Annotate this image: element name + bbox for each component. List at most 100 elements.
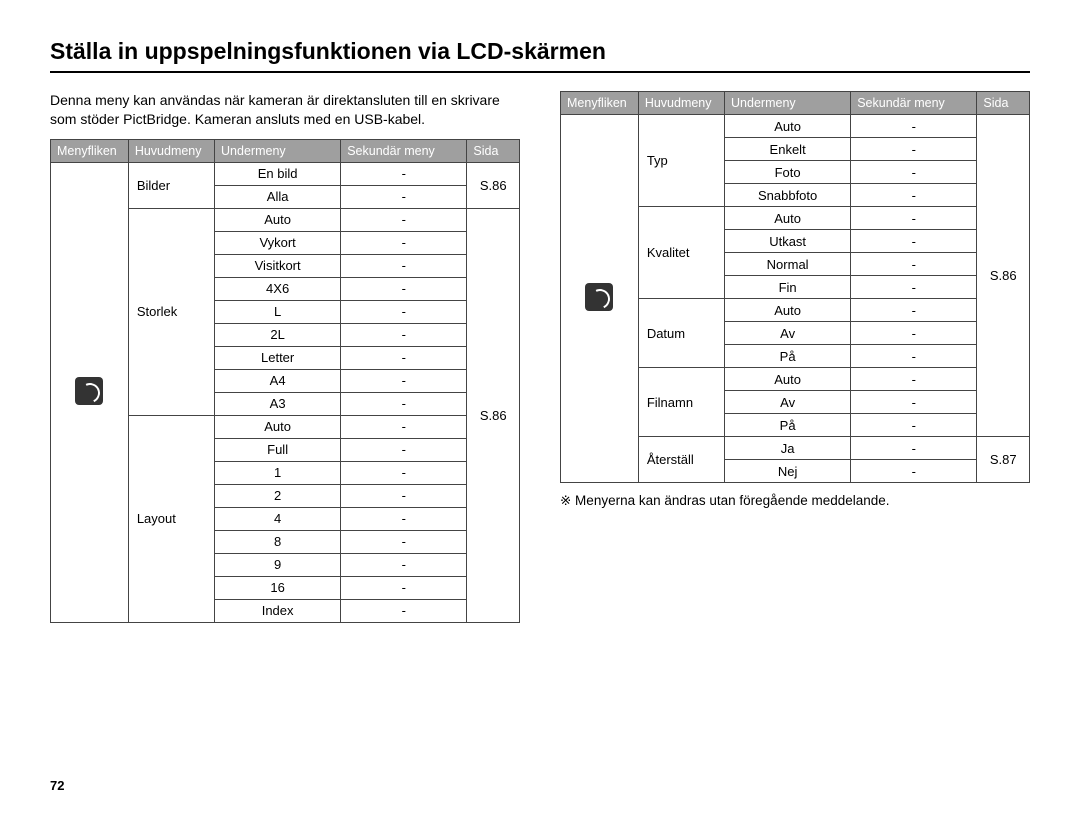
sub: Av: [725, 391, 851, 414]
sec: -: [341, 461, 467, 484]
sec: -: [851, 207, 977, 230]
page-aterstall: S.87: [977, 437, 1030, 483]
th-sec: Sekundär meny: [341, 139, 467, 162]
sec: -: [341, 323, 467, 346]
main-typ: Typ: [638, 115, 724, 207]
sub: Alla: [215, 185, 341, 208]
sub: Visitkort: [215, 254, 341, 277]
sec: -: [851, 437, 977, 460]
sec: -: [341, 484, 467, 507]
main-storlek: Storlek: [128, 208, 214, 415]
page-sl: S.86: [467, 208, 520, 622]
sub: 16: [215, 576, 341, 599]
sub: Index: [215, 599, 341, 622]
sec: -: [851, 115, 977, 138]
sub: Ja: [725, 437, 851, 460]
right-column: Menyfliken Huvudmeny Undermeny Sekundär …: [560, 91, 1030, 623]
sub: 2L: [215, 323, 341, 346]
main-aterstall: Återställ: [638, 437, 724, 483]
sub: A3: [215, 392, 341, 415]
sec: -: [851, 276, 977, 299]
page-top: S.86: [977, 115, 1030, 437]
sub: På: [725, 345, 851, 368]
sub: På: [725, 414, 851, 437]
sec: -: [341, 369, 467, 392]
sub: Auto: [725, 207, 851, 230]
page-title: Ställa in uppspelningsfunktionen via LCD…: [50, 38, 1030, 73]
th-sub: Undermeny: [725, 92, 851, 115]
sub: 4: [215, 507, 341, 530]
main-filnamn: Filnamn: [638, 368, 724, 437]
sub: Av: [725, 322, 851, 345]
sub: 4X6: [215, 277, 341, 300]
th-sec: Sekundär meny: [851, 92, 977, 115]
menu-tab-icon-cell: [51, 162, 129, 622]
sec: -: [851, 253, 977, 276]
sub: Letter: [215, 346, 341, 369]
sub: Auto: [725, 299, 851, 322]
sec: -: [341, 162, 467, 185]
sec: -: [341, 438, 467, 461]
sec: -: [341, 300, 467, 323]
sub: 9: [215, 553, 341, 576]
sub: A4: [215, 369, 341, 392]
pictbridge-icon: [585, 283, 613, 311]
sec: -: [851, 414, 977, 437]
sec: -: [341, 576, 467, 599]
sec: -: [341, 599, 467, 622]
sub: Foto: [725, 161, 851, 184]
sec: -: [341, 507, 467, 530]
sub: Enkelt: [725, 138, 851, 161]
footnote: ※ Menyerna kan ändras utan föregående me…: [560, 493, 1030, 509]
pictbridge-icon: [75, 377, 103, 405]
sec: -: [851, 161, 977, 184]
sub: Snabbfoto: [725, 184, 851, 207]
sec: -: [341, 553, 467, 576]
sec: -: [341, 231, 467, 254]
sec: -: [341, 392, 467, 415]
main-layout: Layout: [128, 415, 214, 622]
sec: -: [851, 322, 977, 345]
sec: -: [851, 345, 977, 368]
sub: Vykort: [215, 231, 341, 254]
sub: Fin: [725, 276, 851, 299]
sec: -: [341, 208, 467, 231]
th-tab: Menyfliken: [51, 139, 129, 162]
th-main: Huvudmeny: [638, 92, 724, 115]
sec: -: [851, 184, 977, 207]
page-bilder: S.86: [467, 162, 520, 208]
th-sub: Undermeny: [215, 139, 341, 162]
th-page: Sida: [977, 92, 1030, 115]
th-page: Sida: [467, 139, 520, 162]
main-datum: Datum: [638, 299, 724, 368]
sub: 2: [215, 484, 341, 507]
sub: 8: [215, 530, 341, 553]
sub: 1: [215, 461, 341, 484]
sec: -: [341, 346, 467, 369]
sec: -: [341, 185, 467, 208]
left-column: Denna meny kan användas när kameran är d…: [50, 91, 520, 623]
menu-tab-icon-cell: [561, 115, 639, 483]
main-kvalitet: Kvalitet: [638, 207, 724, 299]
sub: Full: [215, 438, 341, 461]
sub: Normal: [725, 253, 851, 276]
sec: -: [851, 391, 977, 414]
sub: Utkast: [725, 230, 851, 253]
sec: -: [341, 415, 467, 438]
sub: Auto: [725, 115, 851, 138]
sub: L: [215, 300, 341, 323]
sub: Auto: [215, 415, 341, 438]
sec: -: [851, 460, 977, 483]
sec: -: [341, 277, 467, 300]
page-number: 72: [50, 778, 64, 793]
sub: En bild: [215, 162, 341, 185]
sub: Nej: [725, 460, 851, 483]
sec: -: [851, 138, 977, 161]
main-bilder: Bilder: [128, 162, 214, 208]
th-main: Huvudmeny: [128, 139, 214, 162]
sec: -: [851, 299, 977, 322]
th-tab: Menyfliken: [561, 92, 639, 115]
sec: -: [341, 254, 467, 277]
sub: Auto: [215, 208, 341, 231]
sec: -: [341, 530, 467, 553]
